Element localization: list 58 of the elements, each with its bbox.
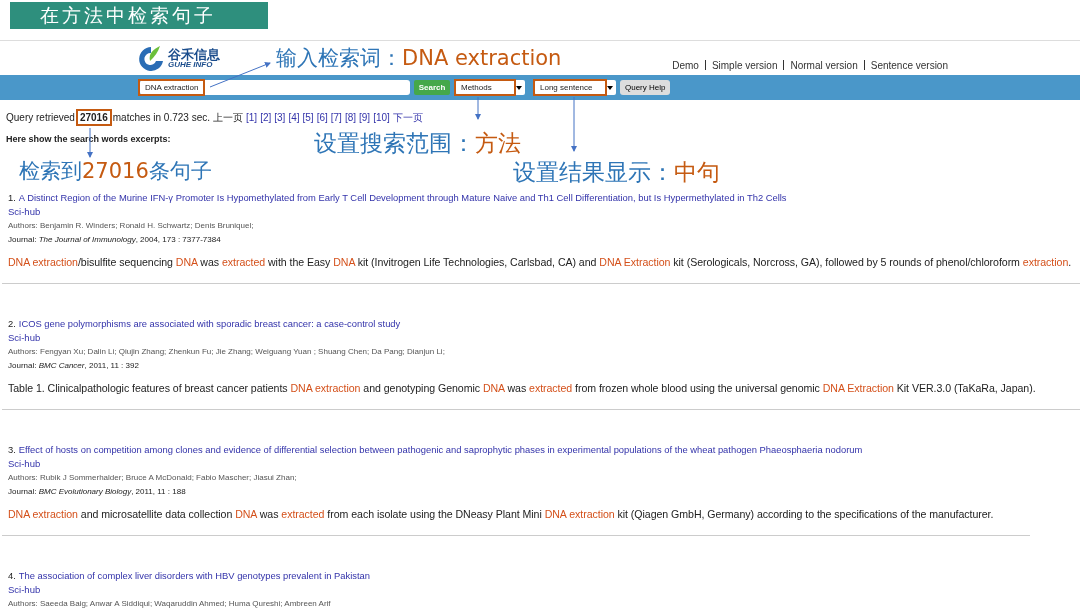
annotation-text: 设置结果显示：中句 <box>513 158 720 187</box>
page-link[interactable]: [5] <box>302 112 314 123</box>
page-link[interactable]: [10] <box>373 112 390 123</box>
sci-hub-link[interactable]: Sci-hub <box>8 458 1080 469</box>
help-button[interactable]: Query Help <box>620 80 671 95</box>
logo-subtitle: GUHE INFO <box>168 60 213 69</box>
previous-page-label: 上一页 <box>213 111 243 125</box>
page-link[interactable]: [4] <box>288 112 300 123</box>
search-field[interactable]: DNA extraction <box>140 80 410 95</box>
page-link[interactable]: [3] <box>274 112 286 123</box>
nav-link[interactable]: Demo <box>672 59 699 71</box>
sci-hub-link[interactable]: Sci-hub <box>8 584 1080 595</box>
result-summary: matches in 0.723 sec. <box>112 112 210 123</box>
authors-line: Authors: Saeeda Baig; Anwar A Siddiqui; Waqaruddin Ahmed; Huma Qureshi; Ambreen Arif <box>8 599 332 608</box>
article-title-link[interactable]: Effect of hosts on competition among clones and evidence of differential selection between pathogenic and saprophytic phases in experimental populations of the wheat pathogen Phaeosphaeria nodorum <box>18 444 863 455</box>
excerpt-sentence: DNA extraction and microsatellite data collection DNA was extracted from each isolate using the DNeasy Plant Mini DNA extraction kit (Qiagen GmbH, Germany) according to the specifications of the manufacturer. <box>8 508 995 520</box>
nav-link[interactable]: Sentence version <box>870 59 948 71</box>
next-page-link[interactable]: 下一页 <box>392 111 423 125</box>
page-link[interactable]: [6] <box>316 112 328 123</box>
caret-icon <box>516 85 522 90</box>
result-number: 1. <box>8 192 16 203</box>
arrow <box>571 96 577 152</box>
display-dropdown[interactable]: Long sentence <box>535 80 616 95</box>
result-number: 3. <box>8 444 16 455</box>
authors-line: Authors: Benjamin R. Winders; Ronald H. Schwartz; Denis Bruniquel; <box>8 221 255 230</box>
annotation-text: 输入检索词：DNA extraction <box>276 45 562 72</box>
excerpt-sentence: Table 1. Clinicalpathologic features of breast cancer patients DNA extraction and genotyping Genomic DNA was extracted from frozen whole blood using the universal genomic DNA Extraction Kit VER.3.0 (TaKaRa, Japan). <box>8 382 1037 394</box>
authors-line: Authors: Fengyan Xu; Dalin Li; Qiujin Zhang; Zhenkun Fu; Jie Zhang; Weiguang Yuan ; Shuang Chen; Da Pang; Dianjun Li; <box>8 347 446 356</box>
leaf-logo-icon <box>136 43 166 73</box>
article-title-link[interactable]: The association of complex liver disorders with HBV genotypes prevalent in Pakistan <box>18 570 371 581</box>
slide-title: 在方法中检索句子 <box>10 2 268 29</box>
journal-line: Journal: The Journal of Immunology, 2004, 173 : 7377-7384 <box>8 235 222 244</box>
caret-icon <box>607 85 613 90</box>
result-number: 4. <box>8 570 16 581</box>
result-number: 2. <box>8 318 16 329</box>
annotation-text: 设置搜索范围：方法 <box>314 129 521 158</box>
scope-dropdown[interactable]: Methods <box>456 80 525 95</box>
page-link[interactable]: [8] <box>344 112 356 123</box>
nav-link[interactable]: Normal version <box>790 59 858 71</box>
annotation-text: 检索到27016条句子 <box>19 158 212 185</box>
arrow <box>475 96 481 120</box>
article-title-link[interactable]: ICOS gene polymorphisms are associated with sporadic breast cancer: a case-control study <box>18 318 401 329</box>
journal-line: Journal: BMC Cancer, 2011, 11 : 392 <box>8 361 140 370</box>
nav-link[interactable]: Simple version <box>711 59 778 71</box>
result-summary: Query retrieved <box>6 112 75 123</box>
match-count: 27016 <box>77 111 110 124</box>
article-title-link[interactable]: A Distinct Region of the Murine IFN-γ Promoter Is Hypomethylated from Early T Cell Development through Mature Naive and Th1 Cell Differentiation, but Is Hypermethylated in Th2 Cells <box>18 192 787 203</box>
excerpt-sentence: DNA extraction/bisulfite sequencing DNA was extracted with the Easy DNA kit (Invitrogen Life Technologies, Carlsbad, CA) and DNA Extraction kit (Serologicals, Norcross, GA), followed by 5 rounds of phenol/chloroform extraction. <box>8 256 1073 268</box>
sci-hub-link[interactable]: Sci-hub <box>8 332 1080 343</box>
page-link[interactable]: [7] <box>330 112 342 123</box>
journal-line: Journal: BMC Evolutionary Biology, 2011, 11 : 188 <box>8 487 187 496</box>
page-link[interactable]: [1] <box>246 112 258 123</box>
authors-line: Authors: Rubik J Sommerhalder; Bruce A McDonald; Fabio Mascher; Jiasui Zhan; <box>8 473 298 482</box>
excerpts-heading: Here show the search words excerpts: <box>6 134 172 144</box>
page-link[interactable]: [9] <box>359 112 371 123</box>
sci-hub-link[interactable]: Sci-hub <box>8 206 1080 217</box>
logo-name: 谷禾信息 <box>168 47 220 61</box>
page-link[interactable]: [2] <box>260 112 272 123</box>
